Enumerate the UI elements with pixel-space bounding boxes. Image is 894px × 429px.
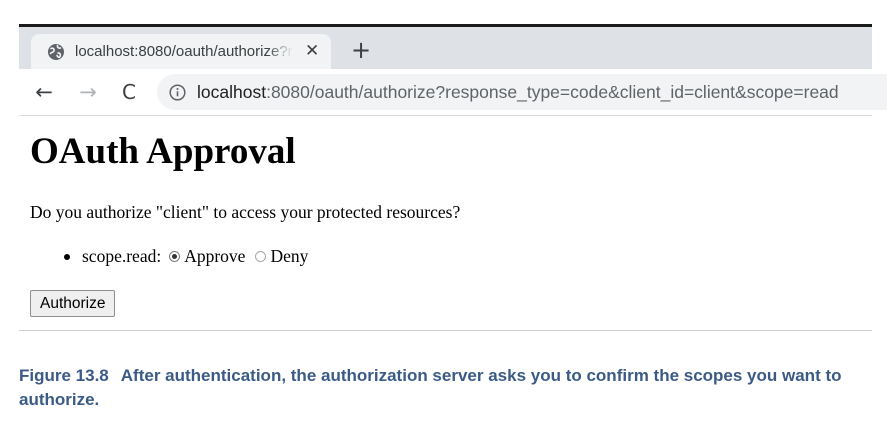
approve-radio[interactable] bbox=[169, 251, 181, 262]
scope-list: scope.read: Approve Deny bbox=[64, 246, 308, 267]
new-tab-button[interactable]: + bbox=[347, 36, 375, 64]
url-host: localhost bbox=[197, 81, 267, 102]
deny-radio[interactable] bbox=[255, 251, 267, 262]
figure-caption: Figure 13.8 After authentication, the aut… bbox=[19, 364, 869, 412]
url-text[interactable]: localhost:8080/oauth/authorize?response_… bbox=[197, 82, 839, 103]
tab-title: localhost:8080/oauth/authorize?r bbox=[75, 43, 293, 60]
address-bar[interactable]: localhost:8080/oauth/authorize?response_… bbox=[157, 74, 887, 110]
page-title: OAuth Approval bbox=[30, 131, 296, 172]
back-arrow-icon[interactable]: ← bbox=[31, 79, 57, 105]
scope-item: scope.read: Approve Deny bbox=[64, 246, 308, 267]
figure-page: localhost:8080/oauth/authorize?r ✕ + ← →… bbox=[0, 0, 894, 429]
authorization-question: Do you authorize "client" to access your… bbox=[30, 202, 461, 222]
caption-text: After authentication, the authorization … bbox=[19, 366, 842, 409]
browser-tab[interactable]: localhost:8080/oauth/authorize?r ✕ bbox=[31, 34, 331, 69]
figure-number: Figure 13.8 bbox=[19, 366, 109, 385]
browser-chrome: localhost:8080/oauth/authorize?r ✕ + ← →… bbox=[19, 27, 887, 116]
bottom-rule bbox=[19, 330, 872, 331]
reload-icon[interactable]: C bbox=[116, 79, 142, 105]
url-path: :8080/oauth/authorize?response_type=code… bbox=[266, 81, 839, 102]
scope-label: scope.read: bbox=[82, 246, 162, 266]
globe-icon bbox=[48, 43, 64, 60]
info-icon[interactable] bbox=[169, 83, 186, 101]
forward-arrow-icon[interactable]: → bbox=[75, 79, 101, 105]
tab-strip: localhost:8080/oauth/authorize?r ✕ + bbox=[19, 27, 872, 69]
approve-label[interactable]: Approve bbox=[184, 246, 245, 267]
browser-toolbar: ← → C localhost:8080/oauth/authorize?res… bbox=[19, 69, 887, 116]
deny-label[interactable]: Deny bbox=[270, 246, 308, 267]
tab-close-icon[interactable]: ✕ bbox=[305, 43, 319, 60]
authorize-button[interactable]: Authorize bbox=[30, 290, 116, 317]
bullet-icon bbox=[64, 253, 70, 260]
